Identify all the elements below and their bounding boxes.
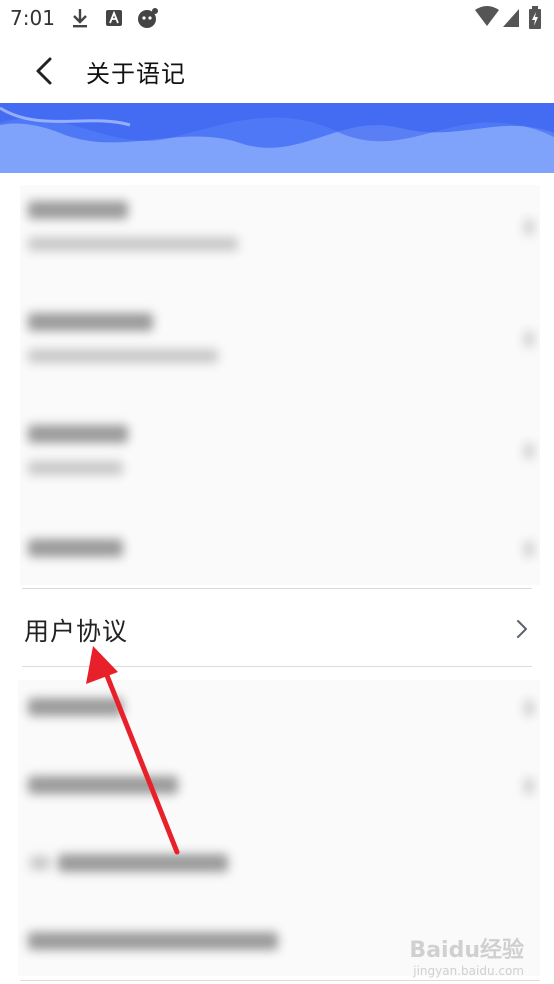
- list-item: [18, 836, 540, 896]
- divider: [22, 666, 532, 667]
- user-agreement-row[interactable]: 用户协议: [0, 590, 554, 668]
- divider: [20, 980, 540, 981]
- blurred-list-top: [20, 185, 540, 585]
- page-title: 关于语记: [86, 60, 186, 88]
- app-notification-icon: [138, 8, 158, 28]
- divider: [22, 588, 532, 589]
- wifi-icon: [475, 6, 499, 26]
- baidu-watermark: Baidu经验 jingyan.baidu.com: [409, 932, 524, 978]
- title-bar: 关于语记: [0, 36, 554, 104]
- status-time: 7:01: [10, 6, 55, 30]
- header-banner: [0, 103, 554, 173]
- text-a-icon: [106, 10, 122, 26]
- list-item: [20, 297, 540, 397]
- watermark-subtext: jingyan.baidu.com: [413, 964, 524, 978]
- list-item: [20, 521, 540, 581]
- battery-icon: [529, 6, 541, 29]
- chevron-left-icon[interactable]: [28, 54, 62, 88]
- signal-icon: [503, 9, 519, 27]
- status-bar: 7:01: [0, 0, 554, 36]
- download-icon: [73, 9, 87, 28]
- list-item: [18, 680, 540, 740]
- list-item: [18, 758, 540, 818]
- user-agreement-label: 用户协议: [24, 617, 129, 646]
- watermark-text: Baidu经验: [409, 938, 524, 963]
- list-item: [20, 185, 540, 285]
- chevron-right-icon: [517, 620, 527, 638]
- list-item: [20, 409, 540, 509]
